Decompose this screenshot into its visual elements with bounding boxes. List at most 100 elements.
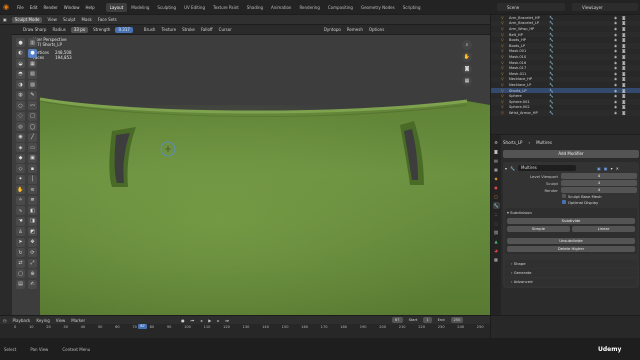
modifier-tab-icon[interactable]: 🔧	[492, 202, 500, 209]
annotate-icon[interactable]: ✍	[28, 279, 37, 289]
outliner[interactable]: ▽ Arm_Bracelet_HP 🔧 ◉ ◙ ▽ Arm_Bracelet_LP 🔧 ◉ ◙ …	[491, 15, 640, 134]
render-camera-icon[interactable]: ◙	[622, 77, 626, 81]
visibility-eye-icon[interactable]: ◉	[614, 33, 617, 37]
simple-button[interactable]: Simple	[507, 226, 570, 232]
subdivide-button[interactable]: Subdivide	[507, 218, 635, 224]
tab-geometry-nodes[interactable]: Geometry Nodes	[357, 3, 399, 12]
box-trim-icon[interactable]: ▪	[28, 164, 37, 173]
visibility-eye-icon[interactable]: ◉	[614, 16, 617, 20]
slide-relax-icon[interactable]: ⇄	[16, 258, 25, 268]
fill-brush-icon[interactable]: ◈	[16, 143, 25, 152]
cursor-menu[interactable]: Cursor	[216, 27, 235, 32]
view-layer-selector[interactable]: ViewLayer	[572, 3, 638, 11]
linear-button[interactable]: Linear	[572, 226, 635, 232]
render-camera-icon[interactable]: ◙	[622, 55, 626, 59]
world-tab-icon[interactable]: ●	[493, 184, 500, 191]
dyntopo-menu[interactable]: Dyntopo	[321, 27, 344, 32]
visibility-eye-icon[interactable]: ◉	[614, 55, 617, 59]
options-menu[interactable]: Options	[366, 27, 387, 32]
data-tab-icon[interactable]: ▲	[493, 238, 500, 245]
zoom-icon[interactable]: ⌕	[462, 40, 472, 50]
visibility-eye-icon[interactable]: ◉	[614, 61, 617, 65]
optimal-display-row[interactable]: Optimal Display	[505, 199, 637, 205]
menu-edit[interactable]: Edit	[27, 5, 41, 10]
render-camera-icon[interactable]: ◙	[622, 27, 626, 31]
particles-tab-icon[interactable]: ∴	[493, 211, 500, 218]
render-tab-icon[interactable]: ◙	[493, 148, 500, 155]
jump-end-icon[interactable]: ⏭	[222, 318, 232, 323]
paint-brush-icon[interactable]: ✎	[28, 90, 37, 100]
subdivision-title[interactable]: ▾ Subdivision	[507, 210, 635, 216]
visibility-eye-icon[interactable]: ◉	[614, 72, 617, 76]
add-modifier-button[interactable]: Add Modifier	[503, 150, 639, 158]
draw-brush-icon[interactable]: ●	[16, 38, 25, 47]
outliner-row[interactable]: ▽ Wrist_Armor_HP 🔧 ◉ ◙	[491, 110, 640, 116]
render-camera-icon[interactable]: ◙	[622, 100, 626, 104]
transform-icon[interactable]: ⊕	[28, 269, 37, 278]
render-camera-icon[interactable]: ◙	[622, 66, 626, 70]
editor-type-icon[interactable]: ▣	[0, 17, 10, 22]
render-camera-icon[interactable]: ◙	[622, 83, 626, 87]
visibility-eye-icon[interactable]: ◉	[614, 21, 617, 25]
grab-brush-icon[interactable]: ✋	[16, 185, 25, 194]
visibility-eye-icon[interactable]: ◉	[614, 100, 617, 104]
transform-scale-icon[interactable]: ⤢	[28, 258, 37, 268]
timeline-editor-icon[interactable]: ◷	[0, 318, 10, 323]
rotate-brush-icon[interactable]: ↻	[16, 248, 25, 257]
render-camera-icon[interactable]: ◙	[622, 38, 626, 42]
menu-view[interactable]: View	[44, 17, 60, 22]
box-hide-icon[interactable]: ▭	[28, 143, 37, 152]
dropdown-icon[interactable]: ▾	[611, 166, 613, 171]
shape-panel[interactable]: › Shape	[505, 260, 637, 268]
tab-animation[interactable]: Animation	[267, 3, 295, 12]
jump-start-icon[interactable]: ⏮	[188, 318, 198, 323]
cloth-brush-icon[interactable]: ▤	[16, 279, 25, 289]
sculpt-level-field[interactable]: 4	[561, 180, 637, 186]
boundary-brush-icon[interactable]: ▢	[16, 269, 25, 278]
stroke-menu[interactable]: Stroke	[179, 27, 198, 32]
falloff-menu[interactable]: Falloff	[198, 27, 216, 32]
box-face-set-icon[interactable]: ▣	[28, 153, 37, 163]
record-icon[interactable]: ●	[178, 318, 188, 323]
render-camera-icon[interactable]: ◙	[622, 61, 626, 65]
mesh-filter-icon[interactable]: ≋	[28, 185, 37, 194]
current-frame-field[interactable]: 67	[392, 317, 403, 323]
menu-help[interactable]: Help	[82, 5, 97, 10]
draw-sharp-brush-icon[interactable]: ◐	[16, 48, 25, 58]
3d-viewport[interactable]	[12, 35, 490, 315]
start-frame-field[interactable]: 1	[423, 317, 432, 323]
marker-menu[interactable]: Marker	[68, 318, 88, 323]
visibility-eye-icon[interactable]: ◉	[614, 27, 617, 31]
menu-sculpt[interactable]: Sculpt	[60, 17, 79, 22]
smear-brush-icon[interactable]: 〰	[28, 101, 37, 110]
render-camera-icon[interactable]: ◙	[622, 89, 626, 93]
blender-logo-icon[interactable]: ◉	[3, 3, 11, 11]
color-filter-icon[interactable]: ◧	[28, 206, 37, 215]
blob-brush-icon[interactable]: ○	[16, 101, 25, 110]
draw-face-sets-icon[interactable]: ▧	[28, 69, 37, 79]
layer-brush-icon[interactable]: ◑	[16, 80, 25, 89]
radius-field[interactable]: 33 px	[70, 26, 89, 33]
inflate-brush-icon[interactable]: ◍	[16, 90, 25, 100]
active-draw-sharp-icon[interactable]: ●	[28, 48, 37, 58]
end-frame-field[interactable]: 250	[450, 317, 464, 323]
keying-menu[interactable]: Keying	[33, 318, 52, 323]
crease-brush-icon[interactable]: ◌	[16, 111, 25, 121]
strength-field[interactable]: 0.317	[115, 26, 133, 33]
visibility-eye-icon[interactable]: ◉	[614, 77, 617, 81]
physics-tab-icon[interactable]: ◌	[493, 220, 500, 227]
visibility-eye-icon[interactable]: ◉	[614, 66, 617, 70]
tab-scripting[interactable]: Scripting	[399, 3, 425, 12]
scene-selector[interactable]: Scene	[497, 3, 565, 11]
render-camera-icon[interactable]: ◙	[622, 72, 626, 76]
advanced-panel[interactable]: › Advanced	[505, 278, 637, 286]
brush-name[interactable]: Draw Sharp	[20, 27, 49, 32]
play-icon[interactable]: ▶	[205, 318, 214, 323]
texture-menu[interactable]: Texture	[158, 27, 179, 32]
collapse-chevron-icon[interactable]: ▾	[505, 166, 507, 171]
perspective-toggle-icon[interactable]: ▦	[462, 76, 472, 86]
render-camera-icon[interactable]: ◙	[622, 44, 626, 48]
viewport-toggle-icon[interactable]: ▣	[604, 166, 608, 171]
flatten-brush-icon[interactable]: ◉	[16, 132, 25, 142]
delete-higher-button[interactable]: Delete Higher	[507, 246, 635, 252]
